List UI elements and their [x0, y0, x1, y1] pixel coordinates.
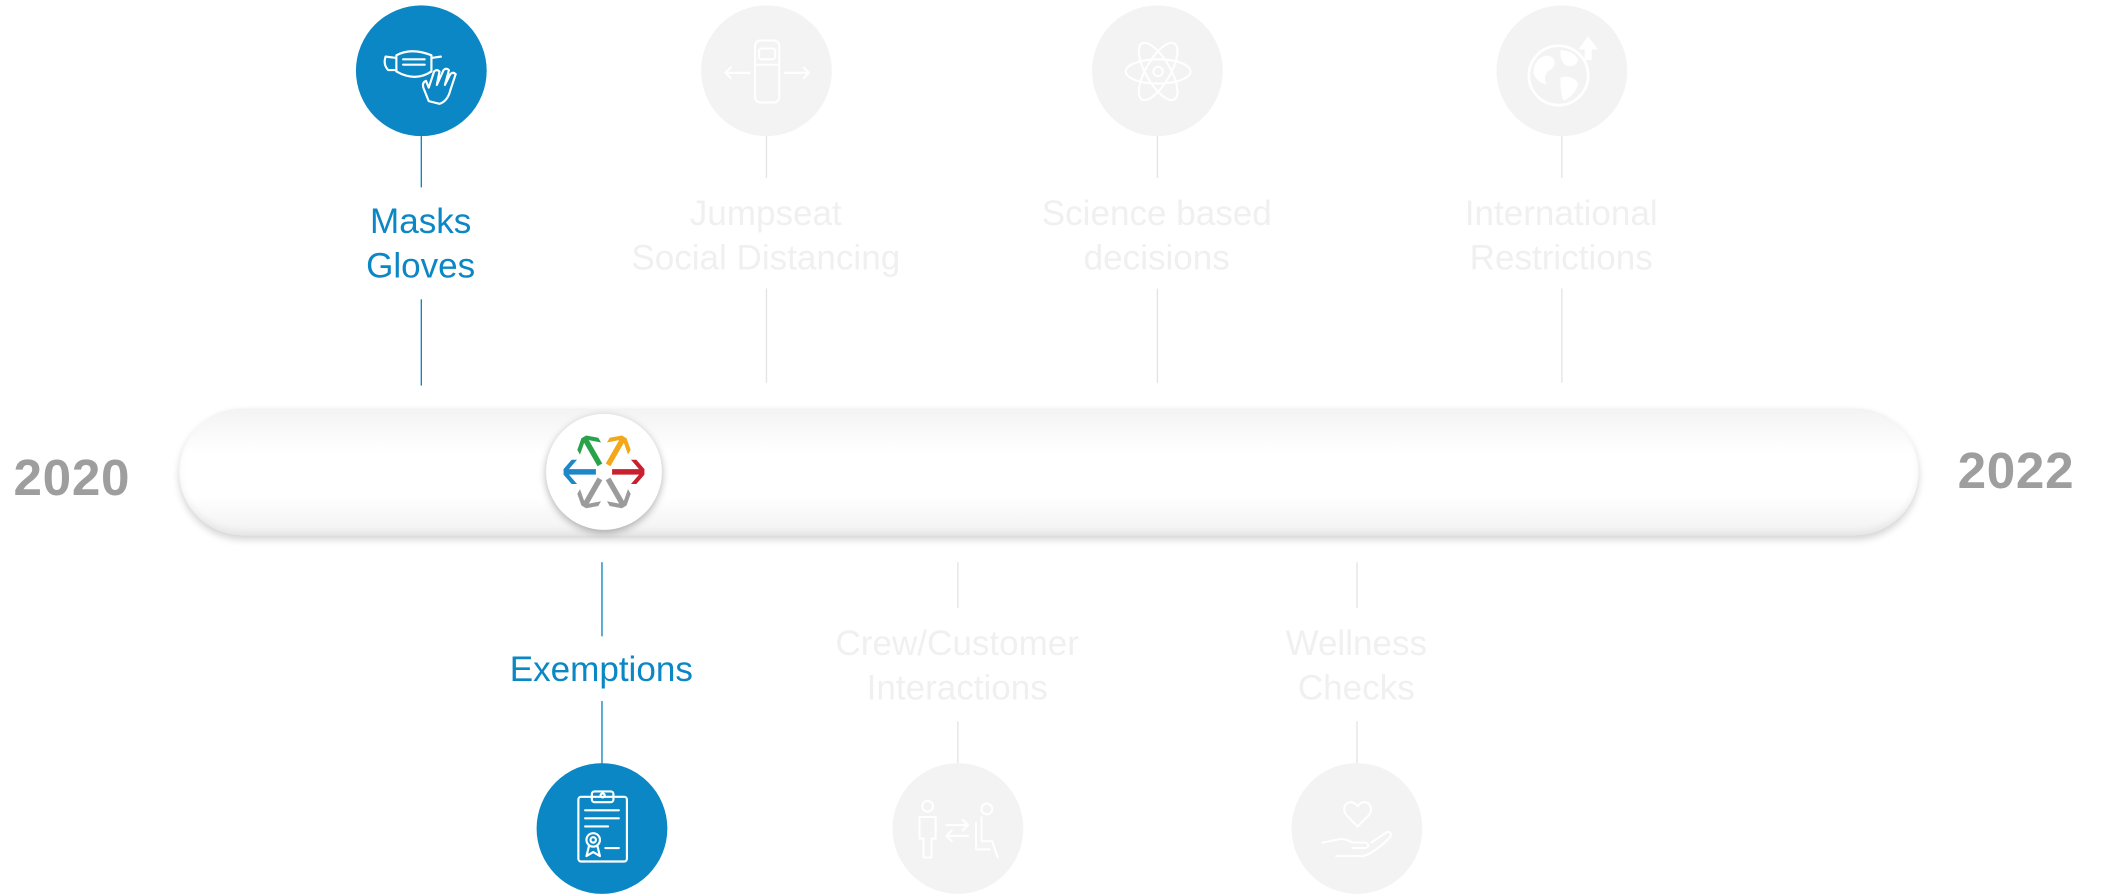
timeline-diagram: 2020 2022 Masks Gloves Jumpseat Social D…: [0, 0, 2110, 894]
milestone-science-label: Science based decisions: [981, 191, 1332, 280]
label-line: International: [1464, 192, 1658, 234]
milestone-masks-gloves-label: Masks Gloves: [245, 200, 596, 289]
heart-hand-icon: [1320, 800, 1392, 857]
milestone-crew-customer-label: Crew/Customer Interactions: [782, 622, 1133, 711]
label-line: Restrictions: [1469, 237, 1653, 278]
milestone-exemptions-label: Exemptions: [426, 647, 777, 691]
milestone-jumpseat-label: Jumpseat Social Distancing: [591, 191, 942, 280]
airline-snowflake-logo-icon: [563, 435, 645, 509]
milestone-international-label: International Restrictions: [1386, 191, 1737, 280]
stem-jumpseat-upper: [765, 136, 768, 178]
milestone-science-circle[interactable]: [1092, 5, 1223, 137]
label-line: Jumpseat: [689, 192, 842, 234]
label-line: decisions: [1083, 237, 1230, 278]
stem-jumpseat-lower: [765, 288, 768, 383]
label-line: Exemptions: [509, 648, 693, 689]
atom-icon: [1124, 41, 1191, 101]
stem-science-upper: [1156, 136, 1159, 178]
clipboard-certificate-icon: [576, 789, 628, 862]
label-line: Science based: [1041, 192, 1272, 234]
stem-masks-gloves-lower: [420, 299, 422, 386]
label-line: Social Distancing: [631, 237, 901, 278]
globe-icon: [1526, 35, 1598, 106]
milestone-exemptions-circle[interactable]: [536, 763, 668, 894]
stem-international-lower: [1561, 288, 1563, 383]
mask-glove-icon: [382, 49, 457, 105]
stem-crew-customer-upper: [957, 562, 959, 609]
airline-logo-badge[interactable]: [546, 413, 662, 530]
stem-exemptions-lower: [601, 701, 603, 764]
label-line: Gloves: [366, 245, 476, 286]
stem-wellness-lower: [1356, 721, 1358, 764]
crew-customer-icon: [917, 799, 999, 858]
stem-science-lower: [1156, 288, 1159, 383]
label-line: Wellness: [1285, 622, 1428, 664]
start-year: 2020: [13, 450, 131, 507]
label-line: Interactions: [866, 667, 1048, 708]
stem-masks-gloves-upper: [420, 136, 422, 188]
stem-crew-customer-lower: [957, 721, 959, 764]
milestone-international-circle[interactable]: [1496, 5, 1628, 137]
milestone-wellness-label: Wellness Checks: [1181, 622, 1532, 711]
milestone-masks-gloves-circle[interactable]: [355, 5, 487, 137]
stem-international-upper: [1561, 136, 1563, 178]
label-line: Masks: [369, 200, 472, 242]
jumpseat-icon: [723, 38, 810, 103]
stem-exemptions-upper: [601, 562, 603, 637]
stem-wellness-upper: [1356, 562, 1358, 609]
label-line: Checks: [1297, 667, 1415, 708]
timeline-track: [179, 408, 1919, 536]
milestone-crew-customer-circle[interactable]: [892, 763, 1024, 894]
milestone-jumpseat-circle[interactable]: [701, 5, 832, 137]
label-line: Crew/Customer: [835, 622, 1079, 664]
milestone-wellness-circle[interactable]: [1291, 763, 1423, 894]
end-year: 2022: [1957, 443, 2075, 501]
